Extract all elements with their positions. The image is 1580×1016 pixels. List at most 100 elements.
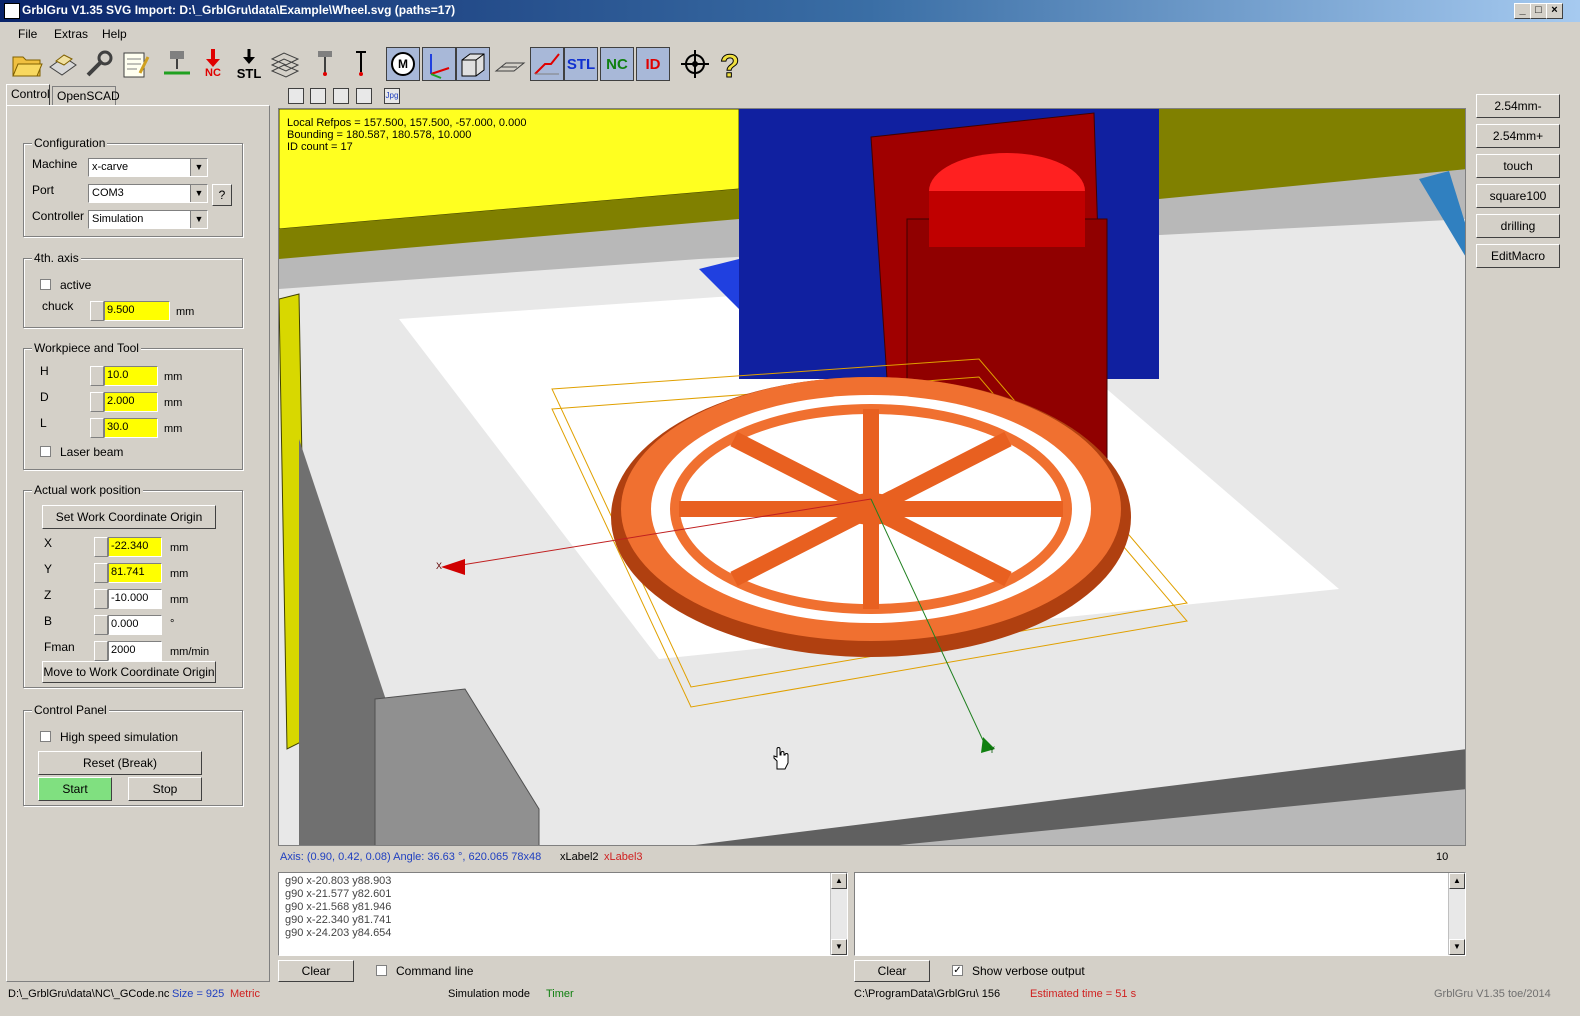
wrench-icon[interactable] — [82, 47, 116, 81]
z-spinner[interactable] — [94, 589, 108, 609]
b-spinner[interactable] — [94, 615, 108, 635]
view-iso-icon[interactable] — [356, 88, 372, 104]
fman-field[interactable]: 2000 — [108, 641, 162, 661]
log-scrollbar[interactable]: ▲ ▼ — [830, 873, 847, 955]
controller-select[interactable]: Simulation ▼ — [88, 210, 208, 229]
z-field[interactable]: -10.000 — [108, 589, 162, 609]
macro-button[interactable]: EditMacro — [1476, 244, 1560, 268]
menu-file[interactable]: File — [18, 27, 37, 41]
crosshair-icon[interactable] — [678, 47, 712, 81]
view-toolbar: Jpg — [278, 86, 1468, 108]
control-panel-group: Control Panel High speed simulation Rese… — [23, 703, 243, 806]
d-unit: mm — [164, 397, 183, 409]
laser-beam-checkbox[interactable] — [40, 446, 51, 457]
stl-export-button[interactable]: STL — [232, 47, 266, 81]
machine-select[interactable]: x-carve ▼ — [88, 158, 208, 177]
x-spinner[interactable] — [94, 537, 108, 557]
view-side-icon[interactable] — [333, 88, 349, 104]
gcode-log[interactable]: g90 x-20.803 y88.903 g90 x-21.577 y82.60… — [278, 872, 848, 956]
h-field[interactable]: 10.0 — [104, 366, 158, 386]
help-icon[interactable]: ? — [714, 47, 748, 85]
layers-icon[interactable] — [268, 47, 302, 81]
macro-button[interactable]: square100 — [1476, 184, 1560, 208]
stl-view-button[interactable]: STL — [564, 47, 598, 81]
log-line: g90 x-24.203 y84.654 — [285, 927, 392, 939]
axes-view-button[interactable] — [422, 47, 456, 81]
view-top-icon[interactable] — [288, 88, 304, 104]
box-view-button[interactable] — [456, 47, 490, 81]
probe-icon[interactable] — [344, 47, 378, 81]
port-select[interactable]: COM3 ▼ — [88, 184, 208, 203]
fman-spinner[interactable] — [94, 641, 108, 661]
3d-viewport[interactable]: Local Refpos = 157.500, 157.500, -57.000… — [278, 108, 1466, 846]
scroll-up-icon[interactable]: ▲ — [831, 873, 847, 889]
y-field[interactable]: 81.741 — [108, 563, 162, 583]
verbose-scrollbar[interactable]: ▲ ▼ — [1448, 873, 1465, 955]
maximize-button[interactable]: □ — [1530, 3, 1547, 19]
view-front-icon[interactable] — [310, 88, 326, 104]
y-unit: mm — [170, 568, 189, 580]
verbose-log[interactable]: ▲ ▼ — [854, 872, 1466, 956]
minimize-button[interactable]: _ — [1514, 3, 1531, 19]
l-spinner[interactable] — [90, 418, 104, 438]
scroll-down-icon[interactable]: ▼ — [1449, 939, 1465, 955]
nc-export-button[interactable]: NC — [196, 47, 230, 81]
clear-log-button[interactable]: Clear — [278, 960, 354, 982]
machine-mode-button[interactable]: M — [386, 47, 420, 81]
macro-button[interactable]: 2.54mm+ — [1476, 124, 1560, 148]
work-position-group: Actual work position Set Work Coordinate… — [23, 483, 243, 688]
z-unit: mm — [170, 594, 189, 606]
tab-control[interactable]: Control — [6, 84, 50, 105]
command-line-checkbox[interactable] — [376, 965, 387, 976]
y-spinner[interactable] — [94, 563, 108, 583]
active-checkbox[interactable] — [40, 279, 51, 290]
spindle-icon[interactable] — [308, 47, 342, 81]
work-position-title: Actual work position — [32, 483, 143, 497]
high-speed-checkbox[interactable] — [40, 731, 51, 742]
fourth-axis-group: 4th. axis active chuck 9.500 mm — [23, 251, 243, 328]
start-button[interactable]: Start — [38, 777, 112, 801]
set-work-origin-button[interactable]: Set Work Coordinate Origin — [42, 505, 216, 529]
stop-button[interactable]: Stop — [128, 777, 202, 801]
x-field[interactable]: -22.340 — [108, 537, 162, 557]
nc-view-button[interactable]: NC — [600, 47, 634, 81]
chuck-spinner[interactable] — [90, 301, 104, 321]
b-field[interactable]: 0.000 — [108, 615, 162, 635]
id-view-button[interactable]: ID — [636, 47, 670, 81]
move-to-work-origin-button[interactable]: Move to Work Coordinate Origin — [42, 661, 216, 683]
import-icon[interactable] — [46, 47, 80, 81]
menu-extras[interactable]: Extras — [54, 27, 88, 41]
log-line: g90 x-22.340 y81.741 — [285, 914, 392, 926]
scroll-up-icon[interactable]: ▲ — [1449, 873, 1465, 889]
open-folder-icon[interactable] — [10, 47, 44, 81]
scroll-down-icon[interactable]: ▼ — [831, 939, 847, 955]
menu-bar: File Extras Help — [0, 22, 1580, 44]
export-jpg-button[interactable]: Jpg — [384, 88, 400, 104]
toolbar: NC STL M STL NC ID ? — [0, 44, 1580, 85]
high-speed-label: High speed simulation — [60, 730, 179, 744]
id-view-label: ID — [645, 56, 661, 73]
d-label: D — [40, 390, 49, 404]
close-button[interactable]: × — [1546, 3, 1563, 19]
menu-help[interactable]: Help — [102, 27, 127, 41]
fman-unit: mm/min — [170, 646, 210, 658]
macro-button[interactable]: drilling — [1476, 214, 1560, 238]
h-spinner[interactable] — [90, 366, 104, 386]
notepad-icon[interactable] — [118, 47, 152, 81]
verbose-checkbox[interactable]: ✓ — [952, 965, 963, 976]
chuck-field[interactable]: 9.500 — [104, 301, 170, 321]
l-field[interactable]: 30.0 — [104, 418, 158, 438]
reset-break-button[interactable]: Reset (Break) — [38, 751, 202, 775]
macro-button[interactable]: 2.54mm- — [1476, 94, 1560, 118]
machine-value: x-carve — [92, 161, 129, 173]
d-spinner[interactable] — [90, 392, 104, 412]
port-help-button[interactable]: ? — [212, 184, 232, 206]
laser-beam-label: Laser beam — [60, 445, 124, 459]
macro-button[interactable]: touch — [1476, 154, 1560, 178]
d-field[interactable]: 2.000 — [104, 392, 158, 412]
clear-verbose-button[interactable]: Clear — [854, 960, 930, 982]
mill-tool-icon[interactable] — [160, 47, 194, 81]
tab-openscad[interactable]: OpenSCAD — [52, 86, 120, 105]
path-view-button[interactable] — [530, 47, 564, 81]
plane-view-button[interactable] — [492, 47, 526, 81]
